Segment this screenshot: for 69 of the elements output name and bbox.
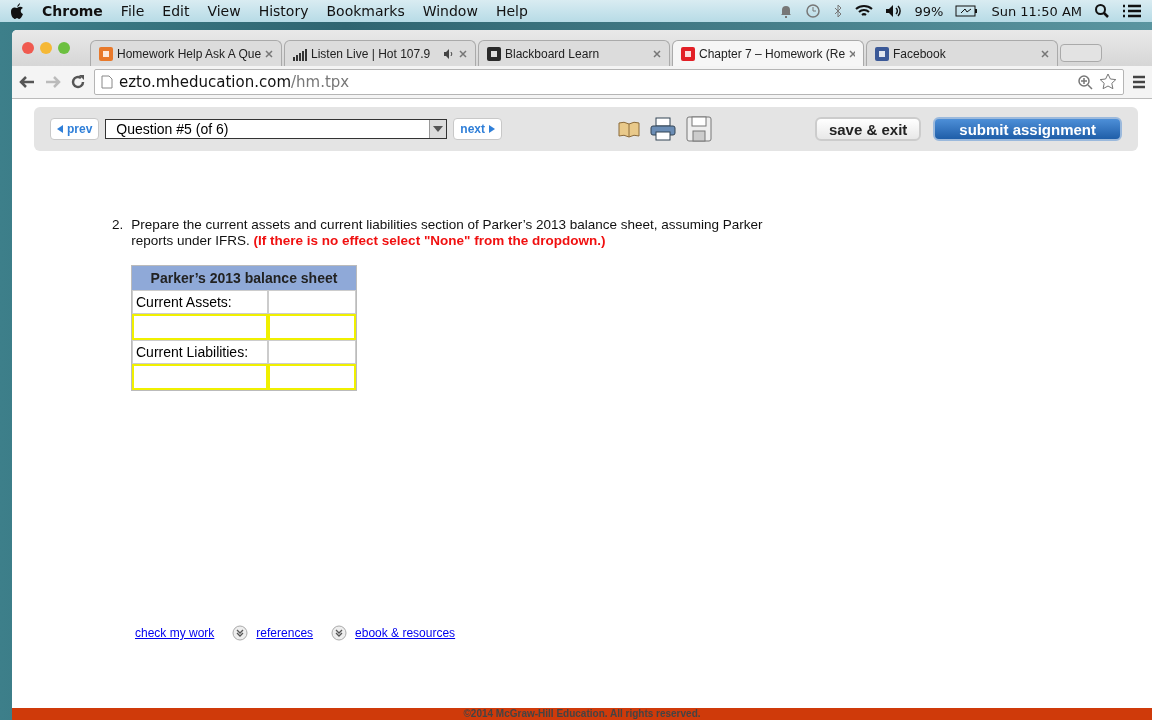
browser-tab[interactable]: Facebook: [866, 40, 1058, 66]
menu-item[interactable]: File: [120, 3, 145, 19]
menu-item[interactable]: History: [258, 3, 309, 19]
next-button[interactable]: next: [453, 118, 503, 140]
prev-button[interactable]: prev: [50, 118, 100, 140]
page-icon: [101, 75, 113, 89]
input-field[interactable]: [132, 364, 268, 390]
menu-icon[interactable]: [1132, 75, 1146, 89]
question-number: 2.: [112, 217, 124, 234]
question-dropdown[interactable]: Question #5 (of 6): [105, 119, 448, 139]
table-cell: Current Liabilities:: [132, 340, 268, 364]
address-bar[interactable]: ezto.mheducation.com/hm.tpx: [94, 69, 1124, 95]
table-header: Parker’s 2013 balance sheet: [132, 266, 356, 290]
printer-icon[interactable]: [650, 117, 677, 141]
close-icon[interactable]: [849, 49, 855, 58]
left-arrow-icon: [57, 125, 63, 133]
speaker-icon: [443, 48, 455, 59]
url-path: /hm.tpx: [291, 73, 350, 91]
list-icon[interactable]: [1122, 3, 1142, 19]
question-text: Prepare the current assets and current liabilities section of Parker’s 2013 balance sheet, assuming Parker reports under IFRS. (If there is no effect select "None" from the dropdown.): [131, 217, 764, 249]
close-icon[interactable]: [653, 49, 661, 58]
save-exit-button[interactable]: save & exit: [814, 117, 922, 141]
bluetooth-icon[interactable]: [832, 4, 843, 18]
right-arrow-icon: [489, 125, 496, 133]
browser-tab[interactable]: Blackboard Learn: [478, 40, 670, 66]
menu-item[interactable]: Help: [495, 3, 528, 19]
close-button[interactable]: [22, 42, 34, 54]
clock-text[interactable]: Sun 11:50 AM: [991, 3, 1082, 19]
apple-icon[interactable]: [10, 3, 24, 19]
equalizer-icon: [293, 46, 307, 61]
speaker-icon[interactable]: [884, 4, 903, 18]
copyright-text: ©2014 McGraw-Hill Education. All rights reserved.: [463, 708, 701, 719]
expand-icon[interactable]: [232, 625, 249, 641]
menu-item[interactable]: Chrome: [42, 3, 103, 19]
battery-percent: 99%: [914, 3, 944, 19]
link[interactable]: ebook & resources: [331, 625, 456, 641]
menu-item[interactable]: Bookmarks: [326, 3, 405, 19]
browser-tab[interactable]: Listen Live | Hot 107.9: [284, 40, 476, 66]
input-field[interactable]: [268, 314, 356, 340]
input-field[interactable]: [132, 314, 268, 340]
favicon-icon: [99, 46, 113, 61]
input-field[interactable]: [268, 364, 356, 390]
expand-icon[interactable]: [331, 625, 348, 641]
zoom-icon[interactable]: [1077, 74, 1093, 90]
browser-tab[interactable]: Homework Help Ask A Que: [90, 40, 282, 66]
clock-icon[interactable]: [804, 3, 821, 19]
menu-item[interactable]: Window: [422, 3, 478, 19]
close-icon[interactable]: [459, 49, 467, 58]
close-icon[interactable]: [1041, 49, 1049, 58]
link[interactable]: references: [232, 625, 314, 641]
favicon-icon: [875, 46, 889, 61]
book-icon[interactable]: [618, 120, 641, 138]
link[interactable]: check my work: [135, 626, 215, 640]
table-cell: Current Assets:: [132, 290, 268, 314]
new-tab-button[interactable]: [1060, 44, 1102, 62]
reload-icon[interactable]: [70, 74, 86, 90]
menu-item[interactable]: View: [207, 3, 241, 19]
wifi-icon[interactable]: [854, 4, 873, 18]
url-host: ezto.mheducation.com: [119, 73, 292, 91]
menu-item[interactable]: Edit: [162, 3, 190, 19]
search-icon[interactable]: [1094, 3, 1110, 19]
battery-icon[interactable]: [955, 5, 980, 17]
close-icon[interactable]: [265, 49, 273, 58]
star-icon[interactable]: [1099, 73, 1117, 91]
favicon-icon: [681, 46, 695, 61]
favicon-icon: [487, 46, 501, 61]
browser-tab[interactable]: Chapter 7 – Homework (Re: [672, 40, 864, 66]
back-icon[interactable]: [18, 75, 36, 89]
submit-assignment-button[interactable]: submit assignment: [933, 117, 1122, 141]
